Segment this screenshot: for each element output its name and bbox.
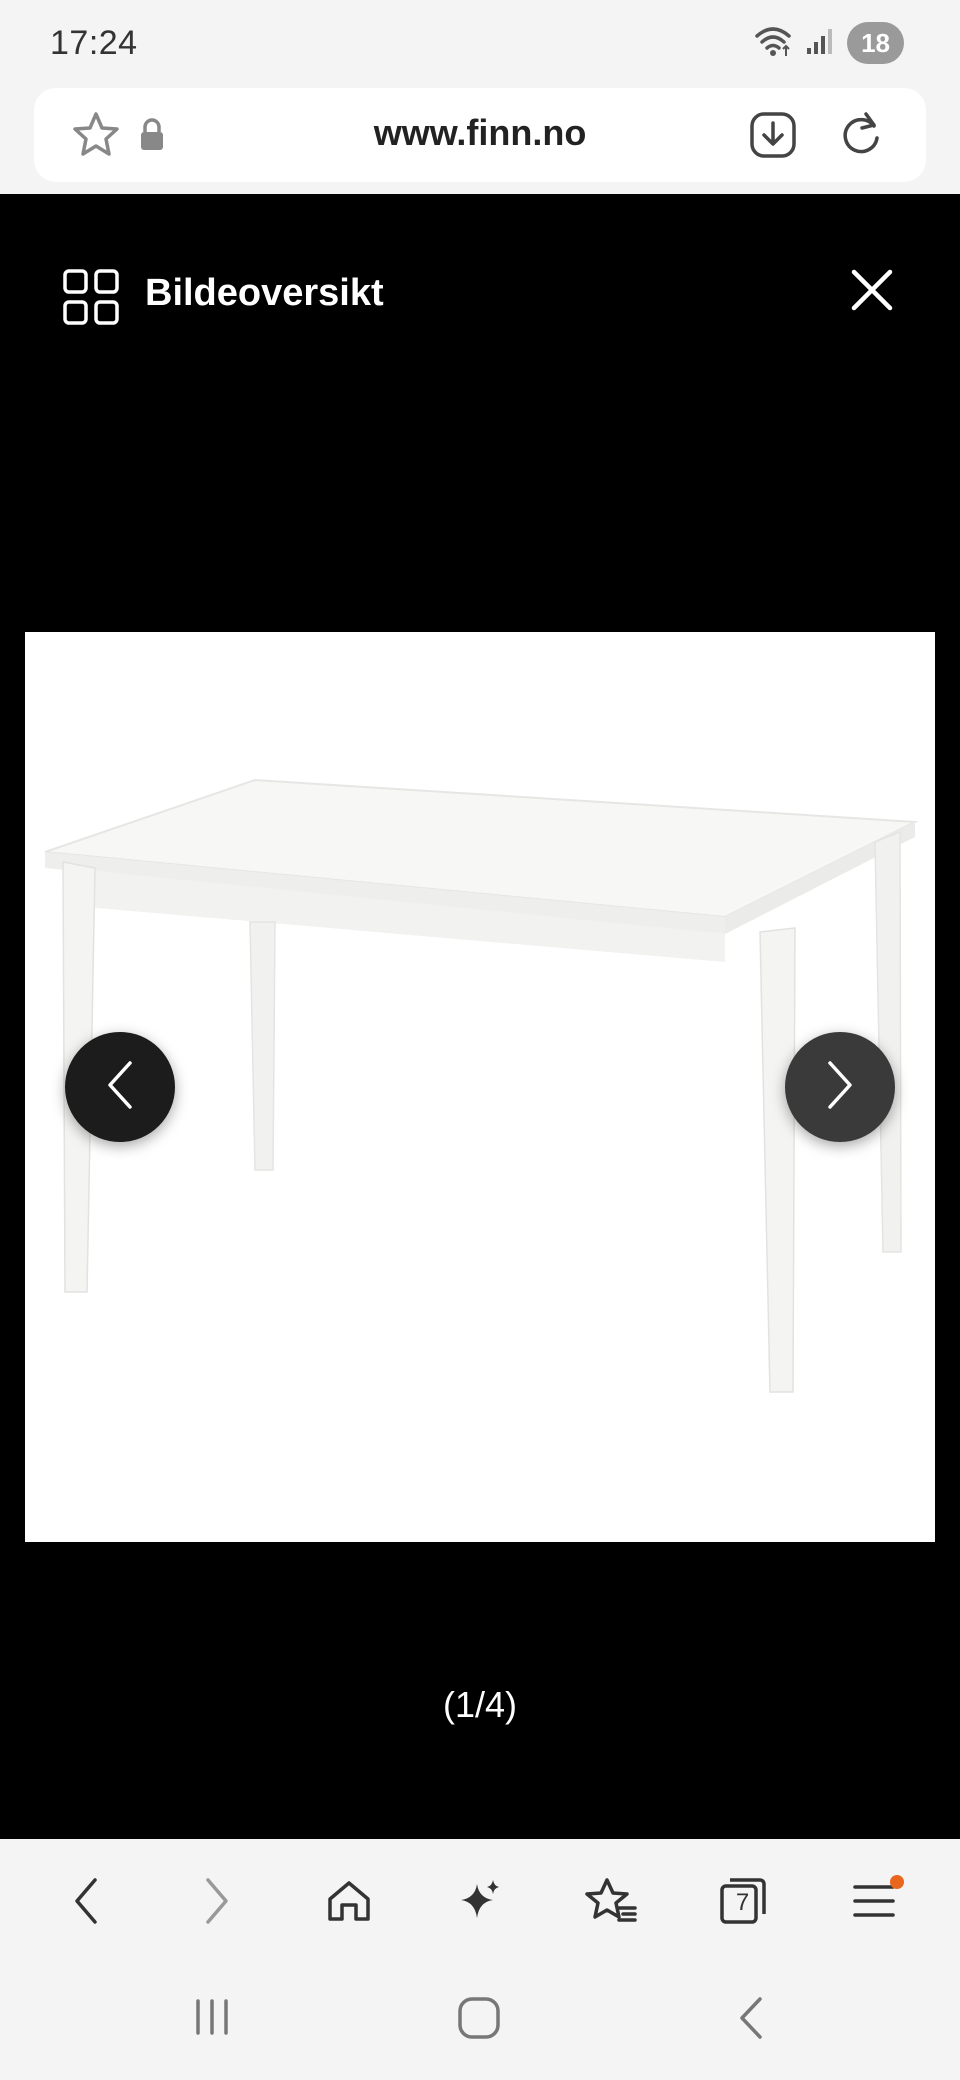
status-bar: 17:24 18 — [0, 0, 960, 88]
viewer-title[interactable]: Bildeoversikt — [145, 272, 384, 315]
chevron-right-icon — [820, 1059, 860, 1116]
tabs-button[interactable]: 7 — [703, 1863, 783, 1943]
chevron-right-icon — [200, 1876, 234, 1931]
home-nav-icon[interactable] — [456, 1995, 502, 2046]
reload-icon[interactable] — [836, 108, 886, 165]
sparkle-icon — [455, 1876, 505, 1931]
previous-image-button[interactable] — [65, 1032, 175, 1142]
image-counter: (1/4) — [442, 1684, 518, 1725]
tabs-count: 7 — [735, 1889, 750, 1916]
back-nav-icon[interactable] — [734, 1995, 768, 2046]
battery-icon: 18 — [847, 22, 904, 64]
menu-icon — [851, 1881, 897, 1926]
browser-toolbar: 7 — [0, 1839, 960, 1967]
home-icon — [325, 1877, 373, 1930]
back-button[interactable] — [46, 1863, 126, 1943]
ai-assistant-button[interactable] — [440, 1863, 520, 1943]
chevron-left-icon — [100, 1059, 140, 1116]
grid-icon[interactable] — [62, 268, 120, 331]
close-icon[interactable] — [850, 268, 894, 312]
wifi-icon — [753, 24, 793, 63]
download-icon[interactable] — [748, 110, 798, 165]
status-time: 17:24 — [50, 24, 138, 62]
forward-button[interactable] — [177, 1863, 257, 1943]
recent-apps-icon[interactable] — [192, 1995, 232, 2044]
image-viewer: Bildeoversikt (1/4) — [0, 194, 960, 1839]
notification-dot — [890, 1875, 905, 1889]
system-navigation — [0, 1967, 960, 2080]
bookmarks-button[interactable] — [571, 1863, 651, 1943]
url-bar[interactable]: www.finn.no — [34, 88, 926, 182]
bookmark-star-icon — [585, 1876, 638, 1931]
next-image-button[interactable] — [785, 1032, 895, 1142]
signal-icon — [805, 26, 835, 61]
chevron-left-icon — [69, 1876, 103, 1931]
viewer-header: Bildeoversikt — [0, 194, 960, 394]
home-button[interactable] — [309, 1863, 389, 1943]
menu-button[interactable] — [834, 1863, 914, 1943]
status-icons: 18 — [753, 22, 904, 64]
